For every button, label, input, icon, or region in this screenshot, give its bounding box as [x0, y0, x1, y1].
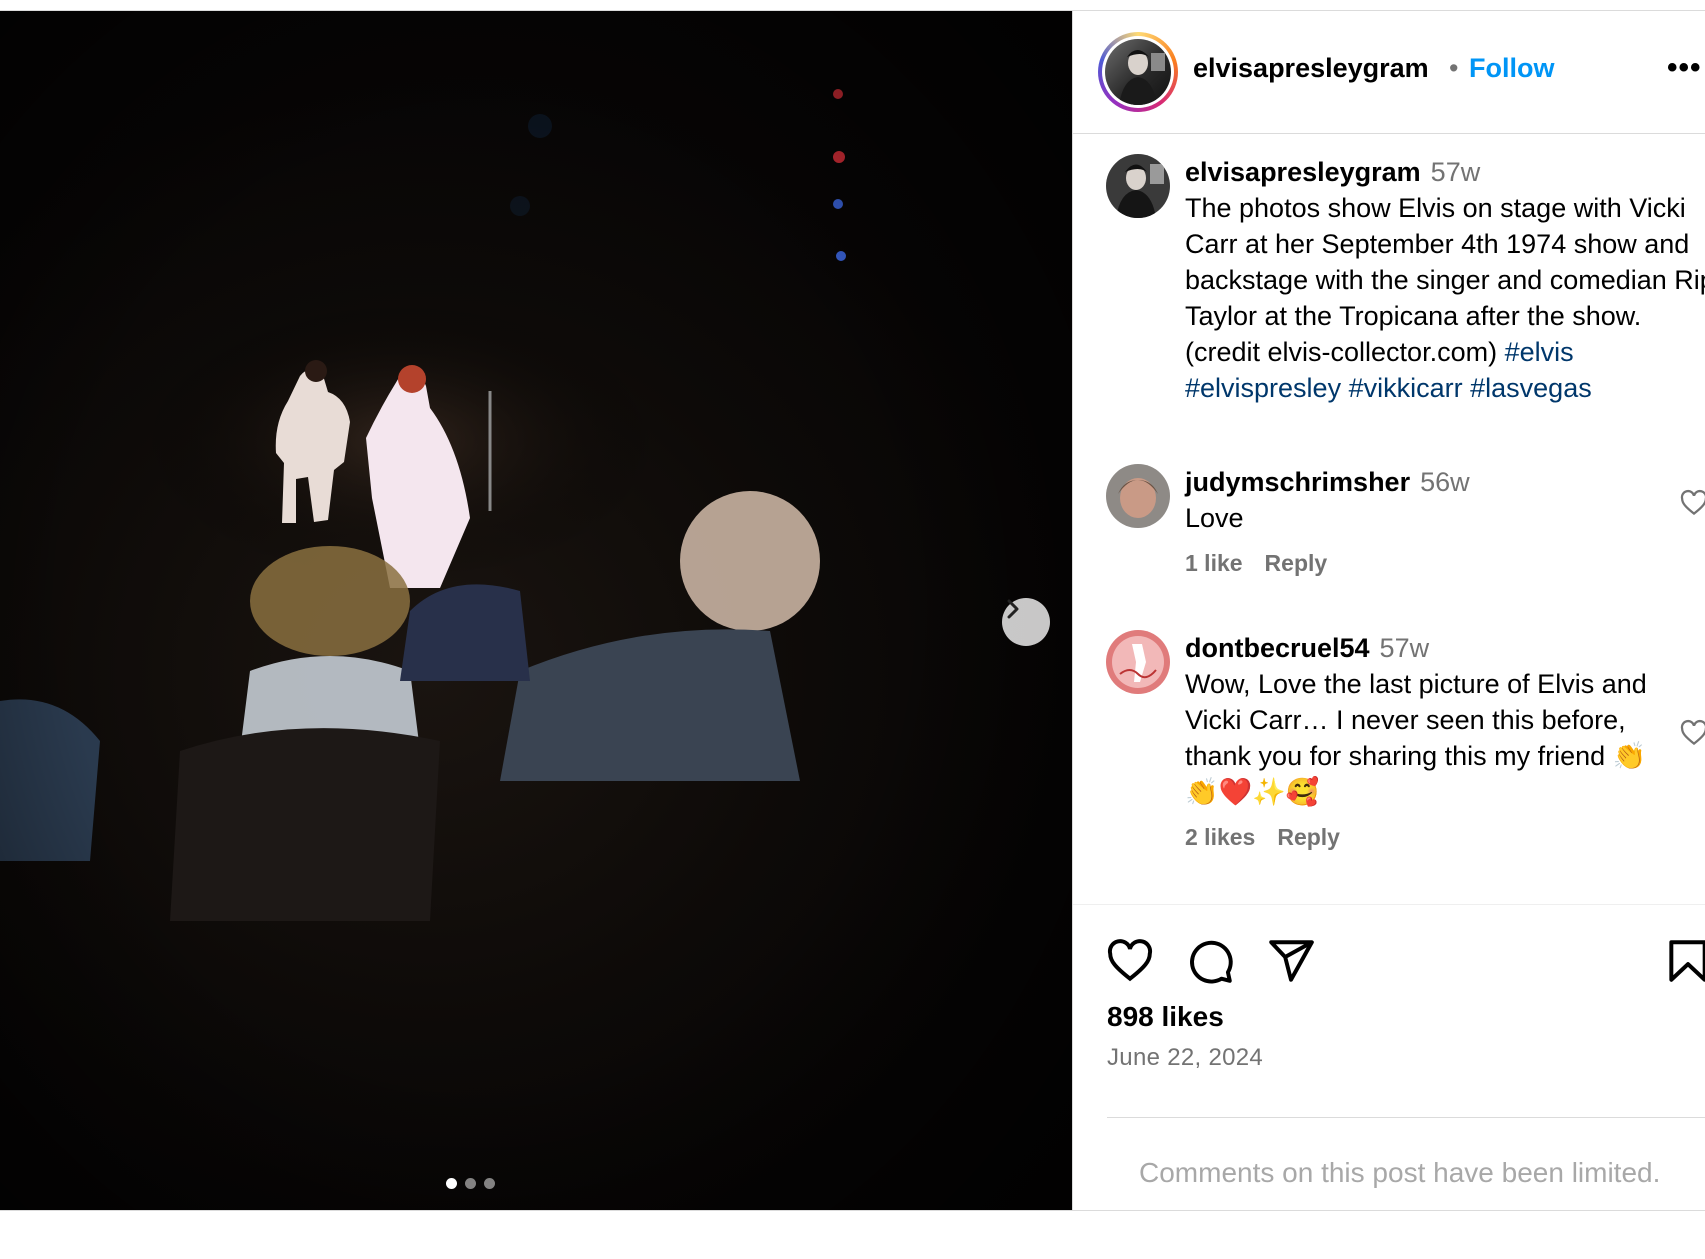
chevron-right-icon — [1007, 599, 1019, 619]
hashtag-link[interactable]: #elvispresley — [1185, 373, 1341, 403]
comment-like-count[interactable]: 2 likes — [1185, 824, 1255, 850]
like-count[interactable]: 898 likes — [1107, 1001, 1224, 1033]
carousel-dot — [484, 1178, 495, 1189]
send-icon[interactable] — [1266, 936, 1316, 986]
carousel-dot — [446, 1178, 457, 1189]
carousel-indicator — [446, 1178, 495, 1189]
bookmark-icon[interactable] — [1663, 936, 1705, 986]
caption-time[interactable]: 57w — [1431, 157, 1481, 187]
follow-button[interactable]: Follow — [1469, 53, 1554, 84]
caption-username[interactable]: elvisapresleygram — [1185, 157, 1421, 187]
more-options-button[interactable]: ••• — [1667, 51, 1702, 85]
post-date[interactable]: June 22, 2024 — [1107, 1044, 1263, 1072]
avatar[interactable] — [1106, 464, 1170, 528]
carousel-dot — [465, 1178, 476, 1189]
actions-divider — [1073, 904, 1705, 905]
comments-divider — [1107, 1117, 1705, 1118]
concert-photo — [0, 11, 1072, 1210]
caption-text: The photos show Elvis on stage with Vick… — [1185, 193, 1705, 367]
caption-text-block: elvisapresleygram 57w The photos show Elv… — [1185, 154, 1705, 406]
comment-body: judymschrimsher 56w Love — [1185, 464, 1705, 536]
comment-username[interactable]: dontbecruel54 — [1185, 633, 1370, 663]
hashtag-link[interactable]: #lasvegas — [1470, 373, 1592, 403]
hashtag-link[interactable]: #vikkicarr — [1349, 373, 1463, 403]
comment-like-count[interactable]: 1 like — [1185, 550, 1243, 576]
post-media[interactable] — [0, 11, 1072, 1210]
author-username[interactable]: elvisapresleygram — [1193, 53, 1429, 84]
author-avatar-story-ring[interactable] — [1098, 32, 1178, 112]
heart-icon[interactable] — [1679, 488, 1705, 518]
comment-meta: 1 like Reply — [1185, 550, 1349, 577]
reply-button[interactable]: Reply — [1277, 824, 1340, 850]
post-header: elvisapresleygram • Follow ••• — [1073, 11, 1705, 134]
post-side-panel: elvisapresleygram • Follow ••• elvisapre… — [1073, 11, 1705, 1210]
comment-text: Wow, Love the last picture of Elvis and … — [1185, 669, 1647, 807]
comments-limited-notice: Comments on this post have been limited. — [1139, 1157, 1661, 1188]
hashtag-link[interactable]: #elvis — [1505, 337, 1574, 367]
comments-list[interactable]: elvisapresleygram 57w The photos show Elv… — [1073, 134, 1705, 904]
comment-time[interactable]: 56w — [1420, 467, 1470, 497]
bottom-border — [0, 1210, 1705, 1211]
heart-icon[interactable] — [1679, 718, 1705, 748]
comment-meta: 2 likes Reply — [1185, 824, 1362, 851]
separator-dot: • — [1449, 53, 1459, 83]
comment-time[interactable]: 57w — [1380, 633, 1430, 663]
comment-text: Love — [1185, 503, 1244, 533]
next-slide-button[interactable] — [1002, 598, 1050, 646]
reply-button[interactable]: Reply — [1265, 550, 1328, 576]
comment-body: dontbecruel54 57w Wow, Love the last pict… — [1185, 630, 1665, 810]
avatar[interactable] — [1106, 630, 1170, 694]
avatar[interactable] — [1106, 154, 1170, 218]
heart-icon[interactable] — [1105, 936, 1155, 986]
avatar — [1105, 39, 1171, 105]
comment-username[interactable]: judymschrimsher — [1185, 467, 1410, 497]
comment-icon[interactable] — [1185, 936, 1235, 986]
